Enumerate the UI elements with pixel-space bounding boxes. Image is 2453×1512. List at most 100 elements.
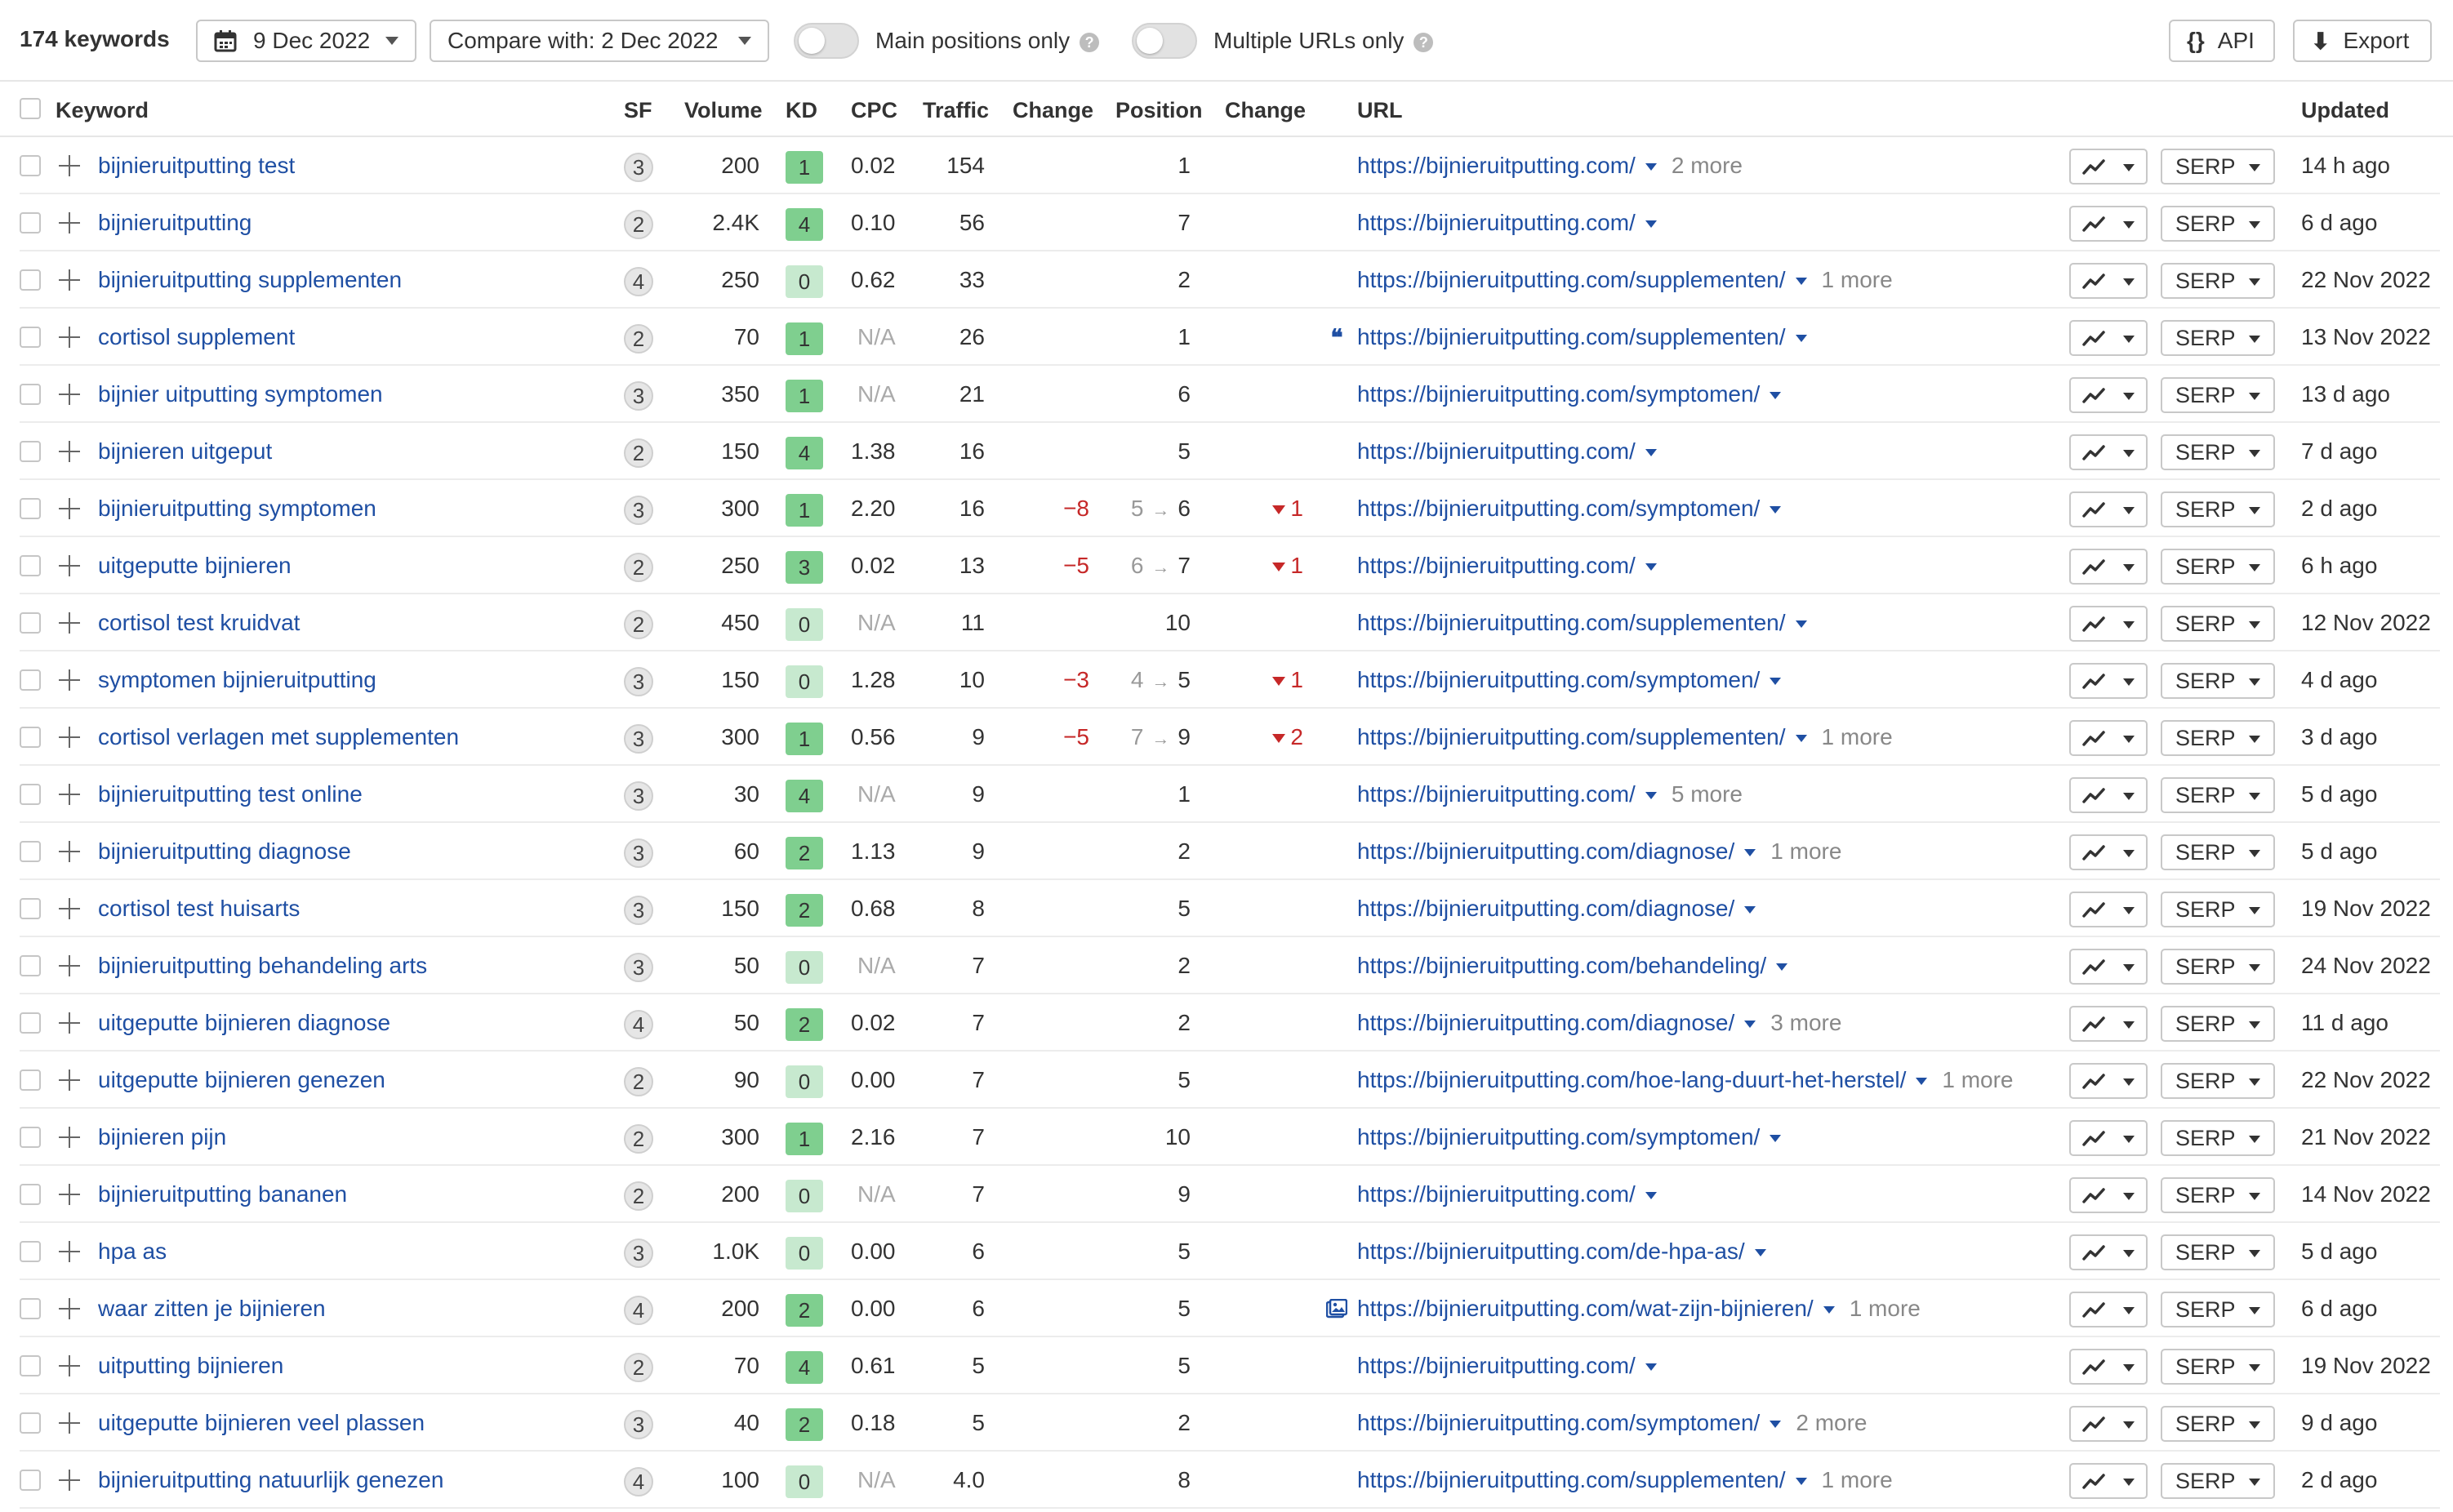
row-checkbox[interactable] bbox=[20, 155, 41, 176]
more-urls-link[interactable]: 5 more bbox=[1672, 781, 1743, 807]
more-urls-link[interactable]: 3 more bbox=[1770, 1010, 1841, 1035]
add-to-list-icon[interactable] bbox=[59, 1298, 80, 1319]
trend-dropdown-button[interactable] bbox=[2069, 663, 2148, 699]
col-sf[interactable]: SF bbox=[624, 98, 652, 123]
keyword-link[interactable]: uitgeputte bijnieren diagnose bbox=[98, 994, 390, 1052]
api-button[interactable]: {} API bbox=[2169, 20, 2275, 62]
col-position-change[interactable]: Change bbox=[1225, 98, 1306, 123]
keyword-link[interactable]: bijnieren pijn bbox=[98, 1109, 226, 1166]
ranking-url[interactable]: https://bijnieruitputting.com/symptomen/ bbox=[1357, 1109, 1782, 1166]
add-to-list-icon[interactable] bbox=[59, 498, 80, 519]
sf-badge[interactable]: 2 bbox=[624, 610, 653, 639]
add-to-list-icon[interactable] bbox=[59, 1012, 80, 1034]
keyword-link[interactable]: waar zitten je bijnieren bbox=[98, 1280, 326, 1337]
serp-dropdown-button[interactable]: SERP bbox=[2161, 549, 2275, 585]
more-urls-link[interactable]: 1 more bbox=[1942, 1067, 2013, 1092]
row-checkbox[interactable] bbox=[20, 384, 41, 405]
url-link[interactable]: https://bijnieruitputting.com/ bbox=[1357, 781, 1636, 807]
serp-dropdown-button[interactable]: SERP bbox=[2161, 1120, 2275, 1156]
add-to-list-icon[interactable] bbox=[59, 727, 80, 748]
url-link[interactable]: https://bijnieruitputting.com/supplement… bbox=[1357, 610, 1786, 635]
row-checkbox[interactable] bbox=[20, 1241, 41, 1262]
trend-dropdown-button[interactable] bbox=[2069, 949, 2148, 985]
url-link[interactable]: https://bijnieruitputting.com/ bbox=[1357, 438, 1636, 464]
date-picker-button[interactable]: 9 Dec 2022 bbox=[196, 20, 416, 62]
trend-dropdown-button[interactable] bbox=[2069, 149, 2148, 185]
url-link[interactable]: https://bijnieruitputting.com/ bbox=[1357, 153, 1636, 178]
trend-dropdown-button[interactable] bbox=[2069, 1463, 2148, 1499]
row-checkbox[interactable] bbox=[20, 784, 41, 805]
chevron-down-icon[interactable] bbox=[1645, 792, 1657, 800]
keyword-link[interactable]: uitgeputte bijnieren genezen bbox=[98, 1052, 385, 1109]
sf-badge[interactable]: 3 bbox=[624, 781, 653, 811]
keyword-link[interactable]: bijnieren uitgeput bbox=[98, 423, 272, 480]
add-to-list-icon[interactable] bbox=[59, 155, 80, 176]
row-checkbox[interactable] bbox=[20, 269, 41, 291]
row-checkbox[interactable] bbox=[20, 1355, 41, 1376]
more-urls-link[interactable]: 1 more bbox=[1822, 1467, 1893, 1492]
url-link[interactable]: https://bijnieruitputting.com/de-hpa-as/ bbox=[1357, 1239, 1745, 1264]
url-link[interactable]: https://bijnieruitputting.com/symptomen/ bbox=[1357, 381, 1760, 407]
trend-dropdown-button[interactable] bbox=[2069, 320, 2148, 356]
row-checkbox[interactable] bbox=[20, 1070, 41, 1091]
row-checkbox[interactable] bbox=[20, 612, 41, 634]
serp-dropdown-button[interactable]: SERP bbox=[2161, 834, 2275, 870]
compare-date-button[interactable]: Compare with: 2 Dec 2022 bbox=[430, 20, 769, 62]
serp-dropdown-button[interactable]: SERP bbox=[2161, 377, 2275, 413]
keyword-link[interactable]: hpa as bbox=[98, 1223, 167, 1280]
row-checkbox[interactable] bbox=[20, 1184, 41, 1205]
url-link[interactable]: https://bijnieruitputting.com/ bbox=[1357, 210, 1636, 235]
ranking-url[interactable]: https://bijnieruitputting.com/supplement… bbox=[1357, 251, 1893, 309]
add-to-list-icon[interactable] bbox=[59, 898, 80, 919]
chevron-down-icon[interactable] bbox=[1645, 449, 1657, 457]
more-urls-link[interactable]: 1 more bbox=[1822, 724, 1893, 749]
chevron-down-icon[interactable] bbox=[1823, 1306, 1835, 1314]
add-to-list-icon[interactable] bbox=[59, 1127, 80, 1148]
keyword-link[interactable]: bijnieruitputting bbox=[98, 194, 252, 251]
keyword-link[interactable]: bijnieruitputting natuurlijk genezen bbox=[98, 1452, 443, 1509]
trend-dropdown-button[interactable] bbox=[2069, 549, 2148, 585]
sf-badge[interactable]: 4 bbox=[624, 267, 653, 296]
row-checkbox[interactable] bbox=[20, 498, 41, 519]
trend-dropdown-button[interactable] bbox=[2069, 777, 2148, 813]
add-to-list-icon[interactable] bbox=[59, 327, 80, 348]
col-url[interactable]: URL bbox=[1357, 98, 1403, 123]
chevron-down-icon[interactable] bbox=[1795, 620, 1807, 629]
row-checkbox[interactable] bbox=[20, 1127, 41, 1148]
serp-dropdown-button[interactable]: SERP bbox=[2161, 892, 2275, 927]
sf-badge[interactable]: 3 bbox=[624, 667, 653, 696]
col-change[interactable]: Change bbox=[1013, 98, 1093, 123]
chevron-down-icon[interactable] bbox=[1916, 1078, 1928, 1086]
sf-badge[interactable]: 4 bbox=[624, 1010, 653, 1039]
serp-dropdown-button[interactable]: SERP bbox=[2161, 206, 2275, 242]
keyword-link[interactable]: uitgeputte bijnieren veel plassen bbox=[98, 1394, 425, 1452]
trend-dropdown-button[interactable] bbox=[2069, 1234, 2148, 1270]
serp-dropdown-button[interactable]: SERP bbox=[2161, 491, 2275, 527]
ranking-url[interactable]: https://bijnieruitputting.com/supplement… bbox=[1357, 594, 1807, 651]
col-position[interactable]: Position bbox=[1115, 98, 1203, 123]
ranking-url[interactable]: https://bijnieruitputting.com/ bbox=[1357, 537, 1657, 594]
keyword-link[interactable]: cortisol verlagen met supplementen bbox=[98, 709, 459, 766]
ranking-url[interactable]: https://bijnieruitputting.com/symptomen/ bbox=[1357, 366, 1782, 423]
chevron-down-icon[interactable] bbox=[1795, 278, 1807, 286]
url-link[interactable]: https://bijnieruitputting.com/wat-zijn-b… bbox=[1357, 1296, 1814, 1321]
keyword-link[interactable]: bijnieruitputting test bbox=[98, 137, 295, 194]
chevron-down-icon[interactable] bbox=[1744, 906, 1756, 914]
ranking-url[interactable]: https://bijnieruitputting.com/2 more bbox=[1357, 137, 1743, 194]
chevron-down-icon[interactable] bbox=[1744, 849, 1756, 857]
row-checkbox[interactable] bbox=[20, 441, 41, 462]
ranking-url[interactable]: https://bijnieruitputting.com/ bbox=[1357, 194, 1657, 251]
col-traffic[interactable]: Traffic bbox=[923, 98, 989, 123]
url-link[interactable]: https://bijnieruitputting.com/ bbox=[1357, 1353, 1636, 1378]
add-to-list-icon[interactable] bbox=[59, 1070, 80, 1091]
serp-dropdown-button[interactable]: SERP bbox=[2161, 1292, 2275, 1327]
serp-dropdown-button[interactable]: SERP bbox=[2161, 1006, 2275, 1042]
chevron-down-icon[interactable] bbox=[1776, 963, 1788, 972]
keyword-link[interactable]: bijnieruitputting test online bbox=[98, 766, 363, 823]
more-urls-link[interactable]: 2 more bbox=[1672, 153, 1743, 178]
add-to-list-icon[interactable] bbox=[59, 784, 80, 805]
ranking-url[interactable]: https://bijnieruitputting.com/ bbox=[1357, 1337, 1657, 1394]
url-link[interactable]: https://bijnieruitputting.com/supplement… bbox=[1357, 324, 1786, 349]
sf-badge[interactable]: 2 bbox=[624, 438, 653, 468]
trend-dropdown-button[interactable] bbox=[2069, 1292, 2148, 1327]
